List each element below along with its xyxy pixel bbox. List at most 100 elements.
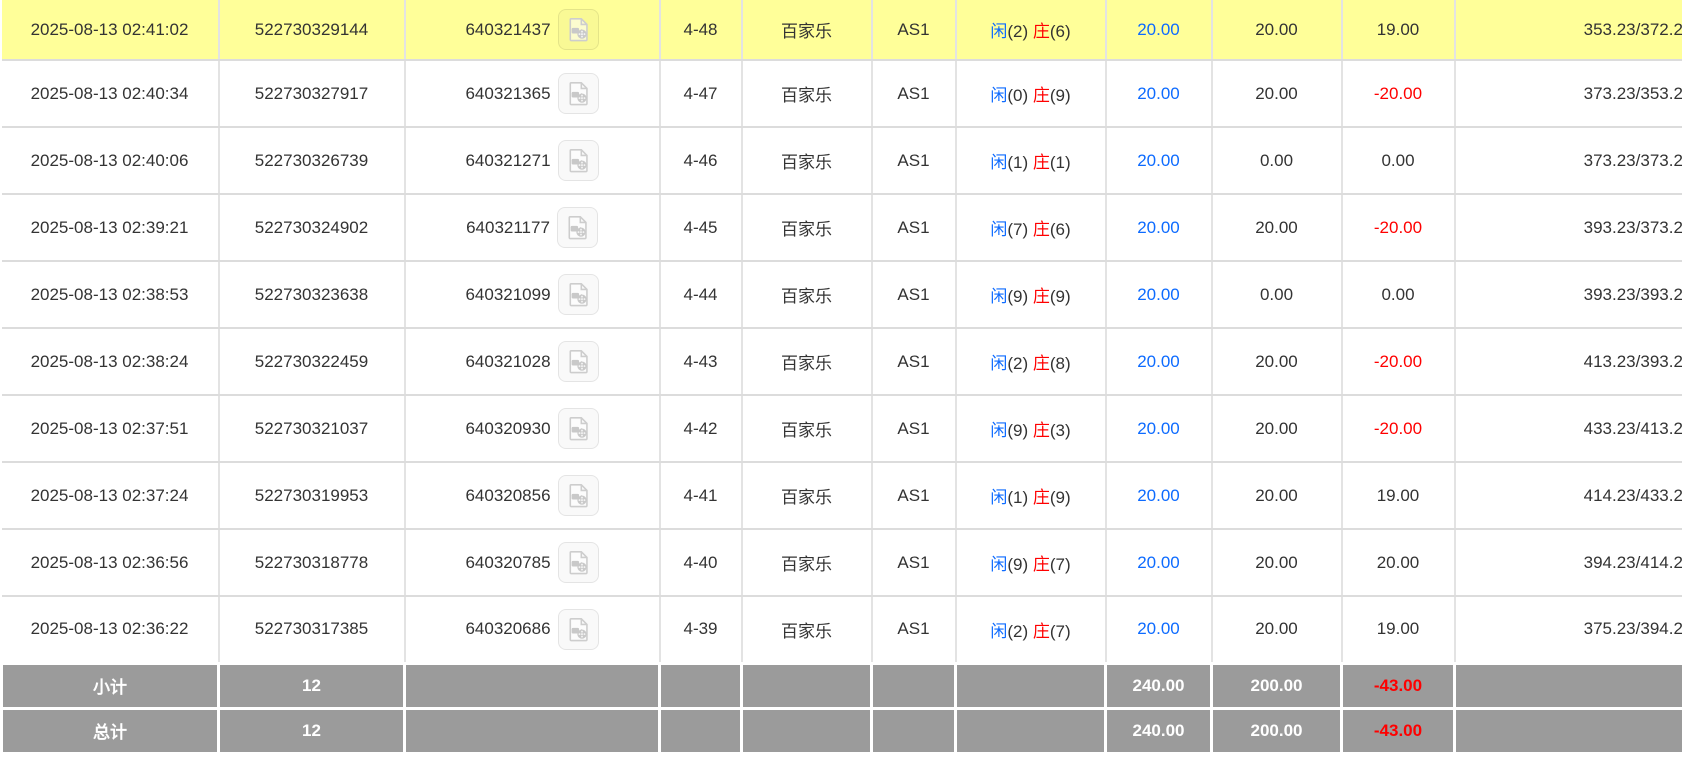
game-no: 640321365 — [465, 84, 550, 104]
video-button[interactable] — [557, 207, 598, 248]
bet-amount-link[interactable]: 20.00 — [1137, 553, 1180, 572]
result-cell: 闲(2) 庄(8) — [956, 328, 1106, 395]
video-file-icon — [565, 415, 592, 442]
video-button[interactable] — [558, 9, 599, 50]
summary-win-loss: -43.00 — [1342, 663, 1455, 708]
game-no: 640321028 — [465, 352, 550, 372]
bet-amount-link[interactable]: 20.00 — [1137, 352, 1180, 371]
valid-bet-cell: 20.00 — [1212, 328, 1342, 395]
video-button[interactable] — [558, 274, 599, 315]
order-no-cell: 522730321037 — [219, 395, 405, 462]
summary-bet: 240.00 — [1106, 663, 1212, 708]
bet-amount-cell: 20.00 — [1106, 194, 1212, 261]
balance-cell: 353.23/372.23 — [1455, 0, 1682, 60]
game-no-cell: 640320930 — [405, 395, 660, 462]
player-result-label: 闲 — [990, 421, 1007, 440]
game-type-cell: 百家乐 — [742, 596, 872, 663]
game-no-cell: 640320686 — [405, 596, 660, 663]
game-no-cell: 640320856 — [405, 462, 660, 529]
player-result-value: (2) — [1007, 22, 1028, 41]
video-button[interactable] — [558, 542, 599, 583]
game-type-cell: 百家乐 — [742, 328, 872, 395]
win-loss-cell: 19.00 — [1342, 596, 1455, 663]
table-row[interactable]: 2025-08-13 02:40:06522730326739640321271… — [2, 127, 1682, 194]
player-result-value: (0) — [1007, 86, 1028, 105]
table-name-cell: AS1 — [872, 0, 956, 60]
banker-result-label: 庄 — [1033, 421, 1050, 440]
video-button[interactable] — [558, 408, 599, 449]
result-cell: 闲(9) 庄(7) — [956, 529, 1106, 596]
round-cell: 4-42 — [660, 395, 742, 462]
banker-result-label: 庄 — [1033, 488, 1050, 507]
round-cell: 4-45 — [660, 194, 742, 261]
bet-amount-link[interactable]: 20.00 — [1137, 419, 1180, 438]
game-no-cell: 640321271 — [405, 127, 660, 194]
game-no-cell: 640321437 — [405, 0, 660, 60]
player-result-label: 闲 — [990, 488, 1007, 507]
table-row[interactable]: 2025-08-13 02:41:02522730329144640321437… — [2, 0, 1682, 60]
bet-amount-link[interactable]: 20.00 — [1137, 486, 1180, 505]
summary-balance-empty — [1455, 663, 1682, 708]
result-cell: 闲(1) 庄(9) — [956, 462, 1106, 529]
result-cell: 闲(9) 庄(9) — [956, 261, 1106, 328]
valid-bet-cell: 20.00 — [1212, 395, 1342, 462]
table-row[interactable]: 2025-08-13 02:38:24522730322459640321028… — [2, 328, 1682, 395]
player-result-label: 闲 — [990, 287, 1007, 306]
bet-amount-link[interactable]: 20.00 — [1137, 151, 1180, 170]
bet-amount-cell: 20.00 — [1106, 60, 1212, 127]
result-cell: 闲(0) 庄(9) — [956, 60, 1106, 127]
bet-amount-cell: 20.00 — [1106, 127, 1212, 194]
valid-bet-cell: 20.00 — [1212, 596, 1342, 663]
summary-label: 小计 — [2, 663, 219, 708]
video-button[interactable] — [558, 341, 599, 382]
time-cell: 2025-08-13 02:36:56 — [2, 529, 219, 596]
game-no: 640320930 — [465, 419, 550, 439]
table-row[interactable]: 2025-08-13 02:37:24522730319953640320856… — [2, 462, 1682, 529]
video-file-icon — [565, 348, 592, 375]
balance-cell: 373.23/373.23 — [1455, 127, 1682, 194]
round-cell: 4-46 — [660, 127, 742, 194]
table-row[interactable]: 2025-08-13 02:37:51522730321037640320930… — [2, 395, 1682, 462]
order-no-cell: 522730319953 — [219, 462, 405, 529]
player-result-value: (9) — [1007, 555, 1028, 574]
banker-result-value: (9) — [1050, 488, 1071, 507]
banker-result-label: 庄 — [1033, 220, 1050, 239]
order-no-cell: 522730329144 — [219, 0, 405, 60]
video-button[interactable] — [558, 609, 599, 650]
summary-win-loss: -43.00 — [1342, 708, 1455, 753]
bet-amount-link[interactable]: 20.00 — [1137, 619, 1180, 638]
banker-result-value: (6) — [1050, 220, 1071, 239]
time-cell: 2025-08-13 02:40:34 — [2, 60, 219, 127]
summary-label: 总计 — [2, 708, 219, 753]
game-no-cell: 640321099 — [405, 261, 660, 328]
summary-empty-cell — [742, 663, 872, 708]
table-row[interactable]: 2025-08-13 02:36:56522730318778640320785… — [2, 529, 1682, 596]
player-result-value: (7) — [1007, 220, 1028, 239]
bet-amount-link[interactable]: 20.00 — [1137, 218, 1180, 237]
table-row[interactable]: 2025-08-13 02:40:34522730327917640321365… — [2, 60, 1682, 127]
table-row[interactable]: 2025-08-13 02:36:22522730317385640320686… — [2, 596, 1682, 663]
video-button[interactable] — [558, 140, 599, 181]
video-button[interactable] — [558, 73, 599, 114]
bet-amount-link[interactable]: 20.00 — [1137, 20, 1180, 39]
player-result-label: 闲 — [990, 555, 1007, 574]
round-cell: 4-47 — [660, 60, 742, 127]
game-no-cell: 640321028 — [405, 328, 660, 395]
bet-amount-link[interactable]: 20.00 — [1137, 84, 1180, 103]
player-result-value: (9) — [1007, 421, 1028, 440]
bet-amount-cell: 20.00 — [1106, 395, 1212, 462]
win-loss-cell: -20.00 — [1342, 328, 1455, 395]
banker-result-label: 庄 — [1033, 287, 1050, 306]
video-button[interactable] — [558, 475, 599, 516]
table-name-cell: AS1 — [872, 328, 956, 395]
order-no-cell: 522730318778 — [219, 529, 405, 596]
table-name-cell: AS1 — [872, 261, 956, 328]
summary-valid-bet: 200.00 — [1212, 663, 1342, 708]
bet-amount-cell: 20.00 — [1106, 0, 1212, 60]
game-no: 640321099 — [465, 285, 550, 305]
table-row[interactable]: 2025-08-13 02:39:21522730324902640321177… — [2, 194, 1682, 261]
time-cell: 2025-08-13 02:41:02 — [2, 0, 219, 60]
table-row[interactable]: 2025-08-13 02:38:53522730323638640321099… — [2, 261, 1682, 328]
bet-amount-link[interactable]: 20.00 — [1137, 285, 1180, 304]
balance-cell: 393.23/393.23 — [1455, 261, 1682, 328]
